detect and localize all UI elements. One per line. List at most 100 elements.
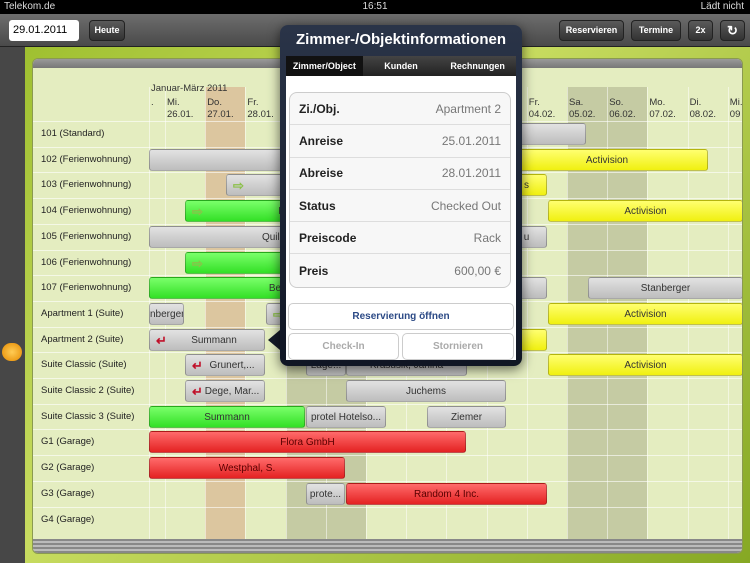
room-label[interactable]: G3 (Garage): [41, 481, 94, 506]
room-label[interactable]: Apartment 2 (Suite): [41, 327, 123, 352]
room-label[interactable]: Apartment 1 (Suite): [41, 301, 123, 326]
popover-content: Zi./Obj. Apartment 2 Anreise 25.01.2011 Abre…: [286, 76, 516, 360]
booking-label: Activision: [624, 360, 667, 372]
booking-label: s: [524, 180, 529, 192]
tab-invoices[interactable]: Rechnungen: [439, 56, 516, 76]
weekday: Mi.: [167, 97, 180, 108]
booking-bar[interactable]: Flora GmbH: [149, 431, 466, 454]
weekday: Di.: [689, 97, 702, 108]
booking-label: Grunert,...: [209, 360, 255, 372]
info-row: Zi./Obj. Apartment 2: [290, 93, 510, 126]
battery-status: Lädt nicht: [700, 1, 744, 12]
cancel-reservation-button[interactable]: Stornieren: [402, 333, 514, 360]
period-label: Januar-März 2011: [151, 83, 228, 94]
room-label[interactable]: 102 (Ferienwohnung): [41, 147, 131, 172]
booking-label: u: [523, 231, 530, 243]
room-label[interactable]: 103 (Ferienwohnung): [41, 172, 131, 197]
day-header: .: [151, 97, 154, 109]
day-header: Mo. 07.02.: [649, 97, 675, 121]
day-header: Fr. 28.01.: [247, 97, 273, 121]
booking-label: Westphal, S.: [218, 463, 276, 475]
info-key: Abreise: [299, 166, 344, 181]
booking-label: nberger: [150, 308, 184, 320]
date: 26.01.: [167, 109, 194, 120]
open-reservation-button[interactable]: Reservierung öffnen: [288, 303, 514, 330]
room-label[interactable]: Suite Classic 3 (Suite): [41, 404, 134, 429]
booking-bar[interactable]: ↵ Dege, Mar...: [185, 380, 265, 402]
room-label[interactable]: 107 (Ferienwohnung): [41, 275, 131, 300]
row-divider: [33, 378, 742, 379]
arrival-arrow-icon: ⇨: [233, 178, 244, 194]
day-header: Di. 08.02.: [690, 97, 716, 121]
check-in-button[interactable]: Check-In: [288, 333, 399, 360]
day-header: So. 06.02.: [609, 97, 635, 121]
date: 05.02.: [569, 109, 596, 120]
appointments-button[interactable]: Termine: [631, 20, 681, 41]
booking-bar[interactable]: protel Hotelso...: [306, 405, 386, 428]
booking-bar[interactable]: ↵ Grunert,...: [185, 354, 265, 377]
weekday: So.: [609, 97, 624, 108]
info-value: 600,00 €: [454, 263, 501, 278]
zoom-button[interactable]: 2x: [688, 20, 713, 41]
booking-label: Flora GmbH: [280, 437, 335, 449]
booking-label: protel Hotelso...: [310, 411, 382, 423]
room-label[interactable]: G2 (Garage): [41, 455, 94, 480]
tab-room[interactable]: Zimmer/Object: [286, 56, 363, 76]
weekday: .: [151, 97, 154, 108]
tab-customers[interactable]: Kunden: [363, 56, 440, 76]
date: 09: [729, 109, 741, 120]
booking-label: Juchems: [405, 386, 446, 397]
room-label[interactable]: 106 (Ferienwohnung): [41, 250, 131, 275]
date: 04.02.: [528, 109, 556, 120]
return-arrow-icon: ↵: [192, 384, 203, 399]
room-label[interactable]: G4 (Garage): [41, 507, 94, 532]
booking-label: Summann: [204, 411, 250, 423]
booking-label: Random 4 Inc.: [413, 488, 480, 500]
room-label[interactable]: G1 (Garage): [41, 429, 94, 454]
row-divider: [33, 506, 742, 508]
info-table: Zi./Obj. Apartment 2 Anreise 25.01.2011 Abre…: [289, 92, 511, 288]
arrival-arrow-icon: ⇨: [192, 204, 203, 220]
booking-label: Summann: [191, 334, 237, 346]
booking-bar[interactable]: Activision: [548, 200, 742, 223]
booking-bar[interactable]: Activision: [548, 302, 742, 325]
info-key: Zi./Obj.: [299, 101, 340, 116]
side-strip: [0, 47, 25, 563]
info-row: Status Checked Out: [290, 190, 510, 223]
status-bar: Telekom.de 16:51 Lädt nicht: [0, 0, 750, 14]
date: 28.01.: [247, 109, 274, 120]
info-row: Anreise 25.01.2011: [290, 125, 510, 158]
reserve-button[interactable]: Reservieren: [559, 20, 624, 41]
room-label[interactable]: 101 (Standard): [41, 121, 104, 146]
booking-bar[interactable]: Juchems: [346, 380, 506, 402]
info-value: 28.01.2011: [441, 166, 501, 181]
popover-title: Zimmer-/Objektinformationen: [295, 31, 507, 48]
booking-bar[interactable]: ↵ Summann: [149, 328, 265, 351]
drawer-handle[interactable]: [2, 343, 22, 361]
refresh-icon[interactable]: ↻: [720, 20, 745, 41]
booking-label: Stanberger: [640, 283, 691, 295]
booking-bar[interactable]: prote...: [306, 482, 345, 505]
weekday: Sa.: [569, 97, 584, 108]
info-value: 25.01.2011: [441, 133, 501, 148]
info-key: Preis: [299, 263, 329, 278]
booking-bar[interactable]: Summann: [149, 405, 305, 428]
info-value: Rack: [473, 230, 501, 245]
booking-bar[interactable]: Stanberger: [588, 277, 742, 300]
booking-bar[interactable]: Random 4 Inc.: [346, 482, 547, 505]
room-label[interactable]: 104 (Ferienwohnung): [41, 198, 131, 223]
info-key: Status: [299, 198, 336, 213]
room-label[interactable]: Suite Classic 2 (Suite): [41, 378, 134, 403]
weekday: Mo.: [649, 97, 666, 108]
booking-bar[interactable]: Activision: [548, 354, 742, 377]
booking-bar[interactable]: Activision: [506, 148, 708, 171]
room-label[interactable]: 105 (Ferienwohnung): [41, 224, 131, 249]
booking-bar[interactable]: nberger: [149, 302, 184, 325]
booking-label: prote...: [309, 488, 342, 500]
booking-bar[interactable]: Ziemer: [427, 405, 506, 428]
booking-bar[interactable]: Westphal, S.: [149, 457, 345, 480]
room-label[interactable]: Suite Classic (Suite): [41, 352, 127, 377]
day-header: Mi. 09: [729, 97, 742, 121]
info-value: Checked Out: [430, 198, 501, 213]
panel-scrollbar[interactable]: [33, 539, 742, 553]
